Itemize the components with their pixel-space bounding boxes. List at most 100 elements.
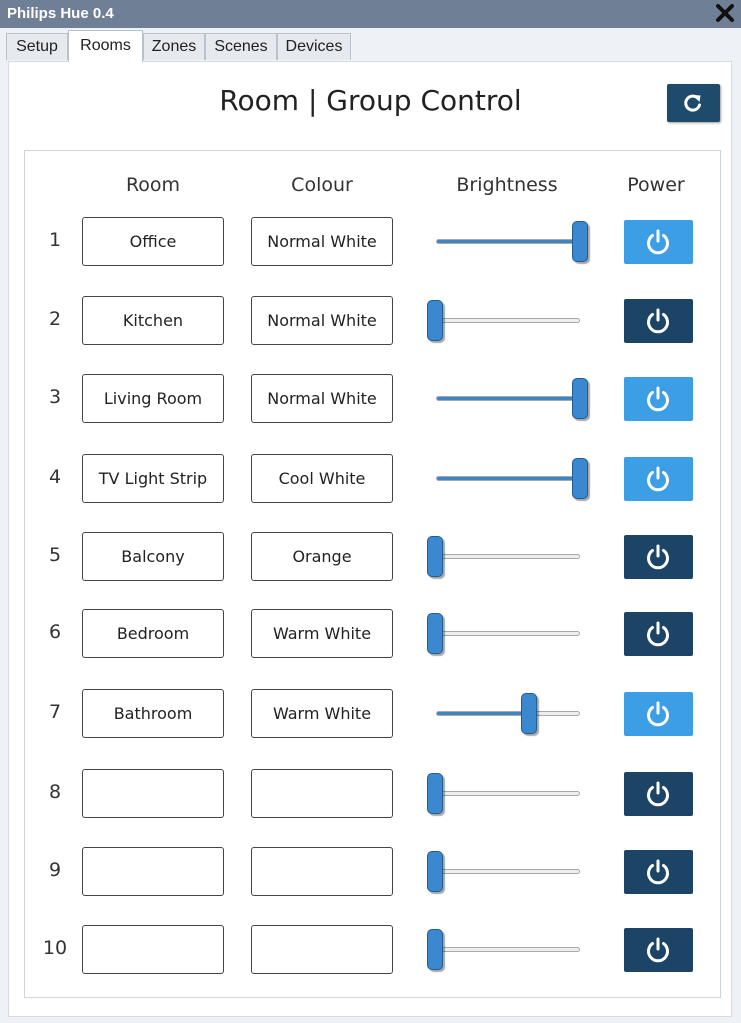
slider-thumb[interactable] (572, 221, 588, 262)
colour-field[interactable] (251, 925, 393, 974)
colour-field[interactable]: Normal White (251, 296, 393, 345)
power-icon (647, 466, 669, 492)
slider-track[interactable] (436, 318, 580, 323)
power-icon (647, 229, 669, 255)
slider-thumb[interactable] (427, 613, 443, 654)
slider-thumb[interactable] (427, 300, 443, 341)
slider-thumb[interactable] (521, 693, 537, 734)
brightness-slider[interactable] (425, 925, 595, 975)
title-bar: Philips Hue 0.4 (0, 0, 741, 28)
room-name-field[interactable]: Bathroom (82, 689, 224, 738)
slider-thumb[interactable] (427, 536, 443, 577)
room-name-field[interactable]: Office (82, 217, 224, 266)
slider-thumb[interactable] (572, 458, 588, 499)
refresh-button[interactable] (667, 84, 720, 122)
power-button[interactable] (624, 535, 693, 579)
power-icon (647, 621, 669, 647)
room-row: 7 Bathroom Warm White (0, 689, 741, 739)
page-title: Room | Group Control (219, 84, 522, 117)
colour-field[interactable]: Warm White (251, 689, 393, 738)
brightness-slider[interactable] (425, 847, 595, 897)
power-button[interactable] (624, 772, 693, 816)
close-icon[interactable] (715, 3, 735, 23)
row-number: 2 (48, 308, 62, 330)
tab-bar: Setup Rooms Zones Scenes Devices (0, 28, 741, 62)
room-row: 4 TV Light Strip Cool White (0, 454, 741, 504)
row-number: 7 (48, 701, 62, 723)
slider-thumb[interactable] (427, 851, 443, 892)
slider-track[interactable] (436, 869, 580, 874)
room-name-field[interactable] (82, 847, 224, 896)
slider-track[interactable] (436, 631, 580, 636)
row-number: 5 (48, 544, 62, 566)
power-button[interactable] (624, 612, 693, 656)
room-row: 5 Balcony Orange (0, 532, 741, 582)
column-header-colour: Colour (291, 174, 353, 196)
slider-track[interactable] (436, 554, 580, 559)
power-button[interactable] (624, 457, 693, 501)
slider-track[interactable] (436, 396, 580, 401)
row-number: 1 (48, 229, 62, 251)
tab-scenes[interactable]: Scenes (205, 33, 277, 60)
room-row: 9 (0, 847, 741, 897)
room-name-field[interactable]: TV Light Strip (82, 454, 224, 503)
brightness-slider[interactable] (425, 532, 595, 582)
tab-zones[interactable]: Zones (143, 33, 205, 60)
room-row: 8 (0, 769, 741, 819)
room-name-field[interactable]: Kitchen (82, 296, 224, 345)
colour-field[interactable]: Orange (251, 532, 393, 581)
column-header-power: Power (627, 174, 685, 196)
slider-fill (437, 477, 579, 480)
room-name-field[interactable] (82, 925, 224, 974)
slider-track[interactable] (436, 476, 580, 481)
power-button[interactable] (624, 850, 693, 894)
slider-track[interactable] (436, 947, 580, 952)
refresh-icon (684, 94, 701, 112)
colour-field[interactable]: Normal White (251, 217, 393, 266)
colour-field[interactable]: Normal White (251, 374, 393, 423)
power-button[interactable] (624, 377, 693, 421)
slider-thumb[interactable] (427, 929, 443, 970)
brightness-slider[interactable] (425, 217, 595, 267)
power-icon (647, 859, 669, 885)
slider-fill (437, 712, 529, 715)
row-number: 6 (48, 621, 62, 643)
room-name-field[interactable]: Bedroom (82, 609, 224, 658)
slider-thumb[interactable] (427, 773, 443, 814)
room-name-field[interactable] (82, 769, 224, 818)
room-row: 6 Bedroom Warm White (0, 609, 741, 659)
brightness-slider[interactable] (425, 454, 595, 504)
brightness-slider[interactable] (425, 296, 595, 346)
brightness-slider[interactable] (425, 609, 595, 659)
slider-track[interactable] (436, 791, 580, 796)
colour-field[interactable] (251, 847, 393, 896)
room-name-field[interactable]: Balcony (82, 532, 224, 581)
power-icon (647, 781, 669, 807)
tab-setup[interactable]: Setup (6, 33, 68, 60)
brightness-slider[interactable] (425, 374, 595, 424)
colour-field[interactable]: Warm White (251, 609, 393, 658)
window-title: Philips Hue 0.4 (7, 5, 114, 22)
row-number: 3 (48, 386, 62, 408)
row-number: 4 (48, 466, 62, 488)
power-button[interactable] (624, 692, 693, 736)
slider-track[interactable] (436, 239, 580, 244)
brightness-slider[interactable] (425, 689, 595, 739)
power-button[interactable] (624, 928, 693, 972)
room-name-field[interactable]: Living Room (82, 374, 224, 423)
room-row: 2 Kitchen Normal White (0, 296, 741, 346)
slider-fill (437, 397, 579, 400)
slider-thumb[interactable] (572, 378, 588, 419)
power-icon (647, 386, 669, 412)
power-button[interactable] (624, 220, 693, 264)
tab-rooms[interactable]: Rooms (68, 30, 143, 62)
power-icon (647, 701, 669, 727)
row-number: 10 (42, 937, 68, 959)
tab-devices[interactable]: Devices (277, 33, 351, 60)
slider-track[interactable] (436, 711, 580, 716)
brightness-slider[interactable] (425, 769, 595, 819)
power-button[interactable] (624, 299, 693, 343)
colour-field[interactable]: Cool White (251, 454, 393, 503)
colour-field[interactable] (251, 769, 393, 818)
slider-fill (437, 240, 579, 243)
